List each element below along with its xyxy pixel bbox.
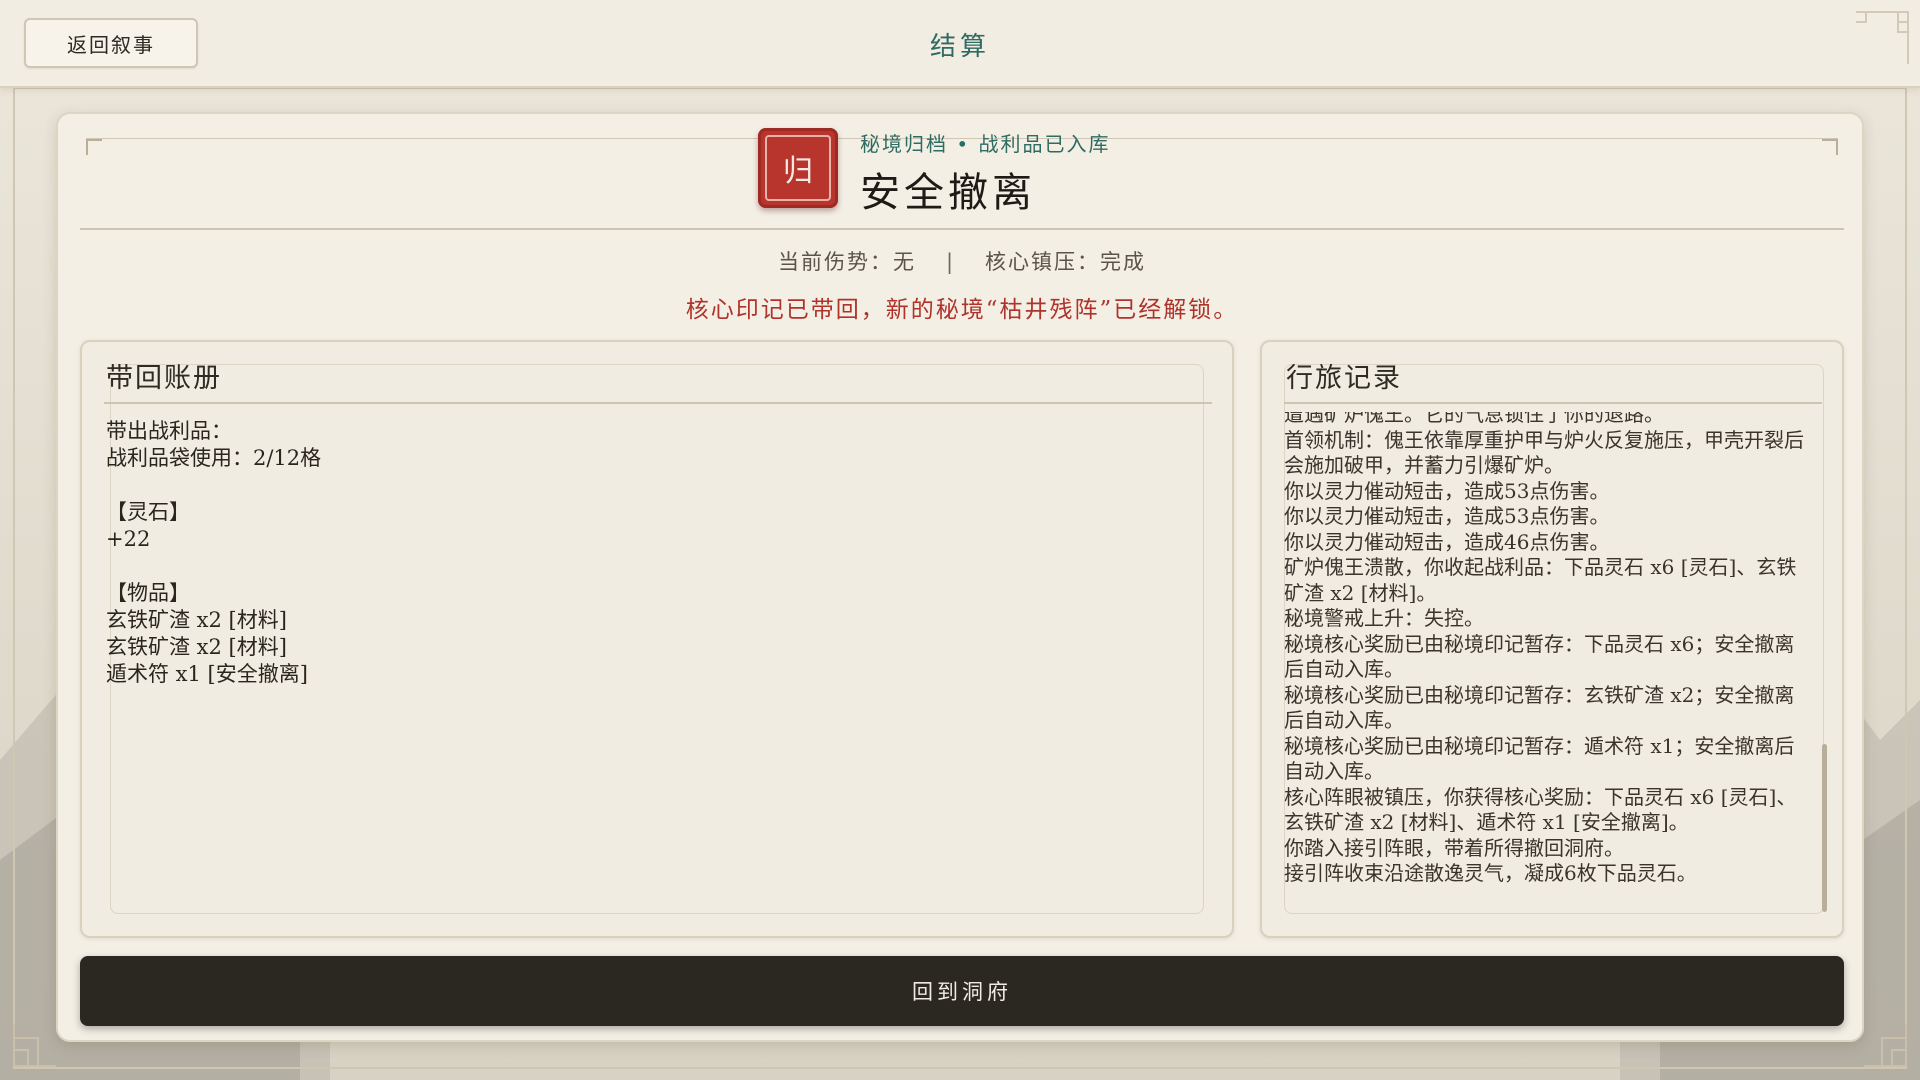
ledger-spacer <box>106 472 1206 499</box>
journal-entry: 遭遇矿炉傀王。它的气息锁住了你的退路。 <box>1284 412 1664 426</box>
journal-entry: 秘境警戒上升：失控。 <box>1284 606 1484 630</box>
core-value: 完成 <box>1100 250 1147 274</box>
journal-scrollbar[interactable] <box>1822 744 1827 912</box>
journal-entry: 你踏入接引阵眼，带着所得撤回洞府。 <box>1284 835 1624 860</box>
corner-ornament-icon <box>13 1024 56 1067</box>
ledger-line: +22 <box>106 527 151 551</box>
journal-panel: 行旅记录 遭遇矿炉傀王。它的气息锁住了你的退路。 首领机制：傀王依靠厚重护甲与炉火… <box>1260 340 1844 938</box>
journal-entry: 你以灵力催动短击，造成53点伤害。 <box>1284 478 1610 503</box>
ledger-line: 战利品袋使用：2/12格 <box>106 446 322 470</box>
ledger-line: 【灵石】 <box>106 500 190 524</box>
core-label: 核心镇压： <box>985 250 1101 274</box>
journal-entry: 接引阵收束沿途散逸灵气，凝成6枚下品灵石。 <box>1284 861 1697 885</box>
journal-entry: 核心阵眼被镇压，你获得核心奖励：下品灵石 x6 [灵石]、玄铁矿渣 x2 [材料… <box>1284 784 1797 835</box>
corner-ornament-icon <box>1864 1024 1907 1067</box>
return-seal-icon: 归 <box>758 128 838 208</box>
status-line: 当前伤势：无 | 核心镇压：完成 <box>58 246 1866 276</box>
injury-label: 当前伤势： <box>777 250 893 274</box>
ledger-line: 玄铁矿渣 x2 [材料] <box>106 608 287 632</box>
ledger-title: 带回账册 <box>106 363 222 394</box>
ledger-list: 带出战利品： 战利品袋使用：2/12格 【灵石】 +22 【物品】玄铁矿渣 x2 [材料… <box>106 418 1206 688</box>
journal-scroll-area[interactable]: 遭遇矿炉傀王。它的气息锁住了你的退路。 首领机制：傀王依靠厚重护甲与炉火反复施压，… <box>1284 412 1814 924</box>
journal-entry: 矿炉傀王溃散，你收起战利品：下品灵石 x6 [灵石]、玄铁矿渣 x2 [材料]。 <box>1284 555 1797 605</box>
top-bar: 返回叙事 结算 <box>0 0 1920 88</box>
ledger-line: 带出战利品： <box>106 419 232 443</box>
return-to-cave-button[interactable]: 回到洞府 <box>80 956 1844 1026</box>
page-title: 结算 <box>929 32 990 62</box>
archive-subtitle: 秘境归档 • 战利品已入库 <box>860 132 1111 156</box>
corner-ornament-icon <box>1856 11 1909 64</box>
header-divider <box>80 228 1844 230</box>
ledger-divider <box>104 402 1212 404</box>
settlement-card: 归 秘境归档 • 战利品已入库 安全撤离 当前伤势：无 | 核心镇压：完成 核心印记… <box>56 112 1864 1042</box>
ledger-line: 【物品】 <box>106 581 190 605</box>
journal-entry: 秘境核心奖励已由秘境印记暂存：玄铁矿渣 x2；安全撤离后自动入库。 <box>1284 682 1795 733</box>
journal-title: 行旅记录 <box>1286 363 1402 394</box>
journal-entry: 你以灵力催动短击，造成53点伤害。 <box>1284 504 1610 528</box>
journal-entry: 首领机制：傀王依靠厚重护甲与炉火反复施压，甲壳开裂后会施加破甲，并蓄力引爆矿炉。 <box>1284 427 1804 478</box>
ledger-spacer <box>106 553 1206 580</box>
ledger-line: 玄铁矿渣 x2 [材料] <box>106 635 287 659</box>
seal-glyph: 归 <box>765 135 831 201</box>
status-separator: | <box>945 250 956 274</box>
journal-list: 遭遇矿炉傀王。它的气息锁住了你的退路。 首领机制：傀王依靠厚重护甲与炉火反复施压，… <box>1284 412 1814 887</box>
ledger-panel: 带回账册 带出战利品： 战利品袋使用：2/12格 【灵石】 +22 【物品】玄铁矿渣 x… <box>80 340 1234 938</box>
journal-entry: 秘境核心奖励已由秘境印记暂存：下品灵石 x6；安全撤离后自动入库。 <box>1284 631 1795 682</box>
result-title: 安全撤离 <box>860 170 1036 216</box>
ledger-line: 遁术符 x1 [安全撤离] <box>106 662 308 686</box>
injury-value: 无 <box>892 250 916 274</box>
journal-entry: 你以灵力催动短击，造成46点伤害。 <box>1284 529 1610 554</box>
unlock-message: 核心印记已带回，新的秘境“枯井残阵”已经解锁。 <box>685 297 1239 323</box>
journal-divider <box>1284 402 1822 404</box>
journal-entry: 秘境核心奖励已由秘境印记暂存：遁术符 x1；安全撤离后自动入库。 <box>1284 733 1795 784</box>
